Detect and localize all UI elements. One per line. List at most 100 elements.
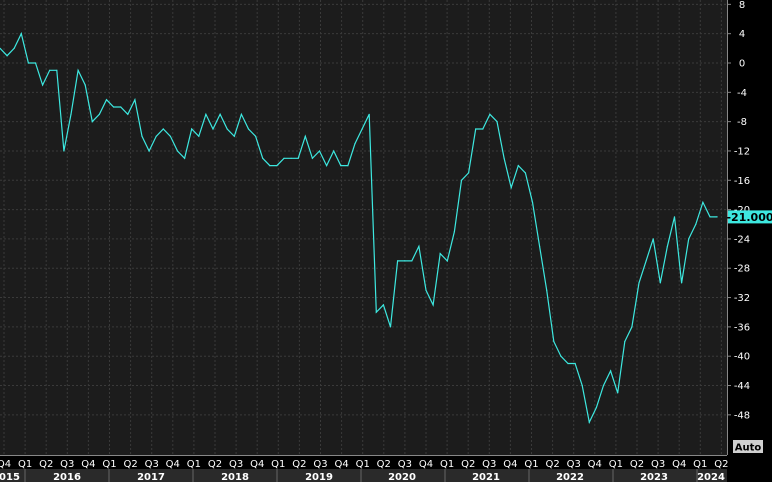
data-point bbox=[262, 157, 264, 159]
data-point bbox=[602, 384, 605, 387]
data-point bbox=[496, 121, 498, 123]
data-point bbox=[120, 106, 122, 108]
data-point bbox=[134, 99, 136, 101]
data-point bbox=[624, 340, 626, 343]
quarter-tick-label: Q3 bbox=[482, 459, 496, 470]
data-point bbox=[595, 406, 598, 409]
quarter-tick-label: Q4 bbox=[672, 459, 686, 470]
quarter-tick-label: Q3 bbox=[60, 459, 74, 470]
data-point bbox=[453, 231, 455, 233]
quarter-tick-label: Q2 bbox=[714, 459, 728, 470]
data-point bbox=[27, 62, 29, 64]
data-point bbox=[432, 304, 434, 306]
quarter-tick-label: Q1 bbox=[271, 459, 285, 470]
data-point bbox=[148, 150, 150, 152]
year-label: 2018 bbox=[221, 472, 249, 482]
data-point bbox=[503, 157, 505, 159]
data-point bbox=[162, 128, 164, 130]
y-tick-label: -32 bbox=[734, 293, 750, 304]
y-tick-label: -4 bbox=[737, 88, 747, 99]
quarter-tick-label: Q1 bbox=[524, 459, 538, 470]
data-point bbox=[6, 55, 8, 57]
data-point bbox=[311, 157, 313, 159]
data-point bbox=[652, 238, 654, 240]
year-label: 2021 bbox=[472, 472, 500, 482]
year-label: 2024 bbox=[697, 472, 725, 482]
quarter-tick-label: Q4 bbox=[503, 459, 517, 470]
data-point bbox=[368, 113, 370, 115]
data-point bbox=[588, 421, 590, 423]
data-point bbox=[240, 113, 242, 115]
y-tick-label: -40 bbox=[734, 352, 750, 363]
data-point bbox=[361, 128, 363, 130]
quarter-tick-label: Q4 bbox=[250, 459, 264, 470]
quarter-tick-label: Q2 bbox=[123, 459, 137, 470]
data-point bbox=[673, 216, 676, 218]
data-point bbox=[198, 135, 200, 137]
year-label: 2015 bbox=[0, 472, 20, 482]
data-point bbox=[326, 165, 328, 167]
data-point bbox=[581, 384, 583, 387]
data-point bbox=[695, 223, 697, 225]
data-point bbox=[638, 282, 640, 284]
data-point bbox=[105, 99, 108, 101]
data-point bbox=[226, 128, 228, 130]
data-point bbox=[297, 157, 299, 159]
last-value-marker: -21.000 bbox=[726, 210, 772, 224]
y-tick-label: -8 bbox=[737, 117, 747, 128]
data-point bbox=[397, 260, 399, 262]
quarter-tick-label: Q1 bbox=[609, 459, 623, 470]
year-label: 2023 bbox=[640, 472, 668, 482]
data-point bbox=[212, 128, 214, 130]
quarter-tick-label: Q2 bbox=[377, 459, 391, 470]
data-point bbox=[20, 33, 22, 35]
year-label: 2017 bbox=[137, 472, 165, 482]
quarter-tick-label: Q3 bbox=[651, 459, 665, 470]
data-point bbox=[482, 128, 484, 130]
quarter-tick-label: Q2 bbox=[39, 459, 53, 470]
data-point bbox=[56, 69, 58, 71]
quarter-axis: Q4 Q1 Q2 Q3 Q4 Q1 Q2 Q3 Q4 Q1 Q2 Q3 Q4 Q1 Q2 Q3 Q4 Q1 Q2 Q3… bbox=[0, 459, 729, 470]
data-point bbox=[666, 245, 669, 247]
data-point bbox=[688, 238, 690, 240]
quarter-tick-label: Q2 bbox=[208, 459, 222, 470]
y-tick-label: -48 bbox=[734, 410, 750, 421]
y-tick-label: -24 bbox=[734, 234, 750, 245]
data-point bbox=[468, 172, 470, 174]
data-point bbox=[524, 172, 527, 174]
data-point bbox=[375, 311, 377, 313]
data-point bbox=[318, 150, 321, 152]
quarter-tick-label: Q1 bbox=[440, 459, 454, 470]
data-point bbox=[77, 69, 79, 71]
quarter-tick-label: Q3 bbox=[145, 459, 159, 470]
data-point bbox=[631, 326, 633, 328]
quarter-tick-label: Q4 bbox=[334, 459, 348, 470]
quarter-tick-label: Q3 bbox=[567, 459, 581, 470]
data-point bbox=[283, 157, 285, 159]
data-point bbox=[610, 370, 612, 372]
data-point bbox=[659, 282, 661, 284]
data-point bbox=[340, 165, 342, 167]
data-point bbox=[531, 201, 534, 203]
data-point bbox=[70, 113, 72, 115]
data-point bbox=[155, 135, 157, 137]
data-point bbox=[205, 113, 207, 115]
quarter-tick-label: Q2 bbox=[292, 459, 306, 470]
data-point bbox=[546, 289, 548, 291]
quarter-tick-label: Q2 bbox=[461, 459, 475, 470]
data-point bbox=[269, 165, 271, 167]
data-point bbox=[255, 135, 257, 137]
quarter-tick-label: Q1 bbox=[693, 459, 707, 470]
quarter-tick-label: Q1 bbox=[18, 459, 32, 470]
data-point bbox=[191, 128, 193, 130]
year-label: 2016 bbox=[53, 472, 81, 482]
quarter-tick-label: Q4 bbox=[0, 459, 11, 470]
data-point bbox=[49, 69, 51, 71]
quarter-tick-label: Q3 bbox=[229, 459, 243, 470]
data-point bbox=[91, 121, 93, 123]
year-label: 2019 bbox=[305, 472, 333, 482]
data-point bbox=[709, 216, 711, 218]
data-point bbox=[425, 289, 427, 291]
data-point bbox=[219, 113, 221, 115]
quarter-tick-label: Q1 bbox=[102, 459, 116, 470]
